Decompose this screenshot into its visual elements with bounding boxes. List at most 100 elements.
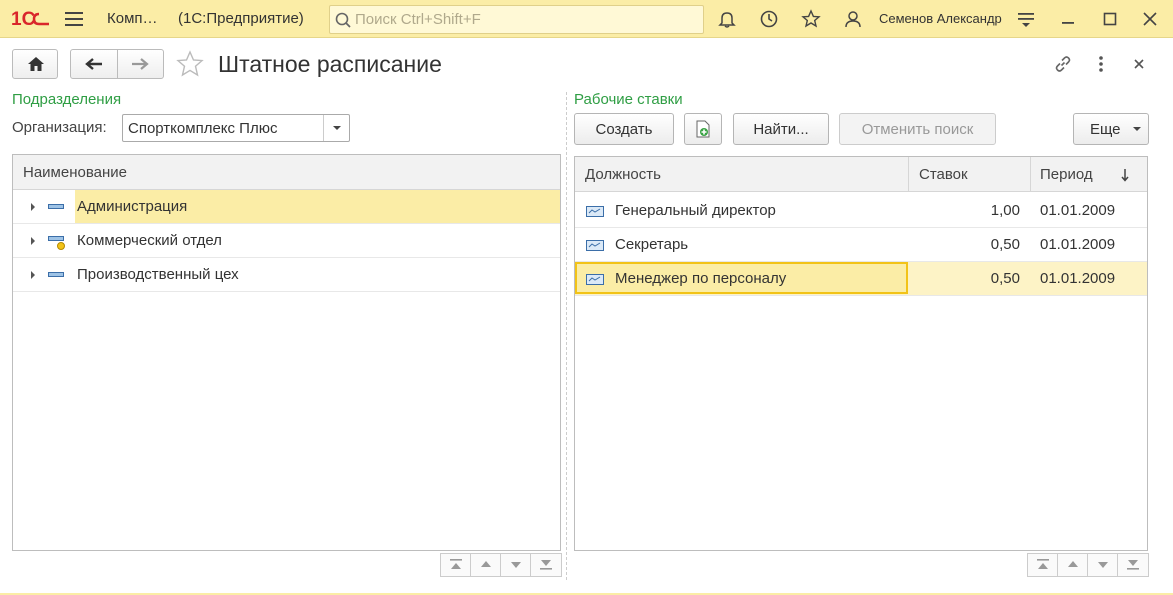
table-row[interactable]: Администрация [13, 190, 560, 224]
scroll-bottom-icon [1127, 560, 1139, 570]
departments-scroll-controls [440, 553, 562, 577]
link-icon[interactable] [1053, 54, 1073, 74]
scroll-bottom-icon [540, 560, 552, 570]
1c-logo-icon[interactable]: 1С [11, 8, 51, 30]
search-input[interactable] [355, 9, 695, 30]
search-icon [335, 12, 351, 28]
close-form-icon[interactable] [1129, 54, 1149, 74]
organization-dropdown-button[interactable] [323, 115, 349, 141]
department-icon [48, 204, 64, 209]
find-button[interactable]: Найти... [733, 113, 829, 145]
organization-label: Организация: [12, 119, 107, 136]
scroll-first-button[interactable] [441, 554, 471, 576]
table-row-selected[interactable]: Менеджер по персоналу 0,50 01.01.2009 [575, 262, 1147, 296]
copy-button[interactable] [684, 113, 722, 145]
departments-table[interactable]: Наименование Администрация Коммерческий … [12, 154, 561, 551]
period-value: 01.01.2009 [1040, 270, 1116, 287]
arrow-right-icon [132, 58, 149, 70]
arrow-left-icon [85, 58, 102, 70]
scroll-up-button[interactable] [471, 554, 501, 576]
minimize-icon[interactable] [1058, 9, 1078, 29]
scroll-down-icon [1098, 562, 1108, 568]
department-icon [48, 272, 64, 277]
period-value: 01.01.2009 [1040, 236, 1116, 253]
rates-table[interactable]: Должность Ставок Период Генеральный дире… [574, 156, 1148, 551]
column-separator [1030, 157, 1031, 192]
scroll-up-icon [481, 561, 491, 567]
organization-select[interactable]: Спорткомплекс Плюс [122, 114, 350, 142]
position-icon [586, 274, 604, 285]
settings-menu-icon[interactable] [1016, 9, 1036, 29]
rate-value: 1,00 [990, 202, 1020, 219]
expand-arrow-icon[interactable] [30, 203, 36, 211]
add-copy-icon [696, 120, 710, 138]
scroll-first-button[interactable] [1028, 554, 1058, 576]
departments-section-title: Подразделения [12, 91, 122, 108]
expand-arrow-icon[interactable] [30, 271, 36, 279]
departments-table-header: Наименование [13, 155, 560, 190]
department-name: Администрация [77, 198, 188, 215]
favorites-star-icon[interactable] [801, 9, 821, 29]
table-row[interactable]: Производственный цех [13, 258, 560, 292]
scroll-down-button[interactable] [501, 554, 531, 576]
column-header-rate[interactable]: Ставок [919, 166, 968, 183]
back-button[interactable] [71, 50, 118, 78]
department-name: Коммерческий отдел [77, 232, 222, 249]
more-button-label: Еще [1090, 121, 1121, 138]
app-title: Комп… [107, 10, 158, 27]
title-bar: 1С Комп… (1С:Предприятие) Семенов Алекса… [0, 0, 1173, 38]
current-user[interactable]: Семенов Александр [879, 11, 1002, 26]
position-icon [586, 240, 604, 251]
table-row[interactable]: Генеральный директор 1,00 01.01.2009 [575, 194, 1147, 228]
column-separator [908, 157, 909, 192]
home-icon [28, 57, 44, 71]
chevron-down-icon [333, 126, 341, 130]
create-button[interactable]: Создать [574, 113, 674, 145]
global-search[interactable] [329, 5, 704, 34]
more-actions-icon[interactable] [1091, 54, 1111, 74]
more-button[interactable]: Еще [1073, 113, 1149, 145]
rates-section-title: Рабочие ставки [574, 91, 683, 108]
home-button[interactable] [12, 49, 58, 79]
page-title: Штатное расписание [218, 51, 442, 77]
table-row[interactable]: Коммерческий отдел [13, 224, 560, 258]
organization-value: Спорткомплекс Плюс [128, 120, 278, 137]
cancel-search-button[interactable]: Отменить поиск [839, 113, 996, 145]
scroll-down-icon [511, 562, 521, 568]
scroll-last-button[interactable] [531, 554, 561, 576]
department-name: Производственный цех [77, 266, 239, 283]
department-with-status-icon [48, 236, 65, 250]
bell-icon[interactable] [717, 9, 737, 29]
position-name: Менеджер по персоналу [615, 270, 787, 287]
main-menu-icon[interactable] [64, 10, 84, 28]
rates-scroll-controls [1027, 553, 1149, 577]
nav-history-group [70, 49, 164, 79]
scroll-up-icon [1068, 561, 1078, 567]
forward-button[interactable] [118, 50, 163, 78]
scroll-last-button[interactable] [1118, 554, 1148, 576]
chevron-down-icon [1133, 127, 1141, 131]
scroll-down-button[interactable] [1088, 554, 1118, 576]
app-platform: (1С:Предприятие) [178, 10, 304, 27]
user-icon[interactable] [843, 9, 863, 29]
table-row[interactable]: Секретарь 0,50 01.01.2009 [575, 228, 1147, 262]
rates-table-header: Должность Ставок Период [575, 157, 1147, 192]
column-header-position[interactable]: Должность [585, 166, 661, 183]
history-icon[interactable] [759, 9, 779, 29]
rate-value: 0,50 [990, 236, 1020, 253]
scroll-top-icon [450, 559, 462, 569]
period-value: 01.01.2009 [1040, 202, 1116, 219]
scroll-up-button[interactable] [1058, 554, 1088, 576]
svg-text:1С: 1С [11, 9, 36, 30]
panel-splitter[interactable] [566, 92, 567, 580]
close-window-icon[interactable] [1140, 9, 1160, 29]
maximize-icon[interactable] [1100, 9, 1120, 29]
expand-arrow-icon[interactable] [30, 237, 36, 245]
sort-descending-icon[interactable] [1120, 168, 1130, 182]
position-icon [586, 206, 604, 217]
column-header-period[interactable]: Период [1040, 166, 1093, 183]
add-to-favorites-icon[interactable] [175, 50, 205, 78]
scroll-top-icon [1037, 559, 1049, 569]
column-header-name[interactable]: Наименование [23, 164, 127, 181]
rate-value: 0,50 [990, 270, 1020, 287]
